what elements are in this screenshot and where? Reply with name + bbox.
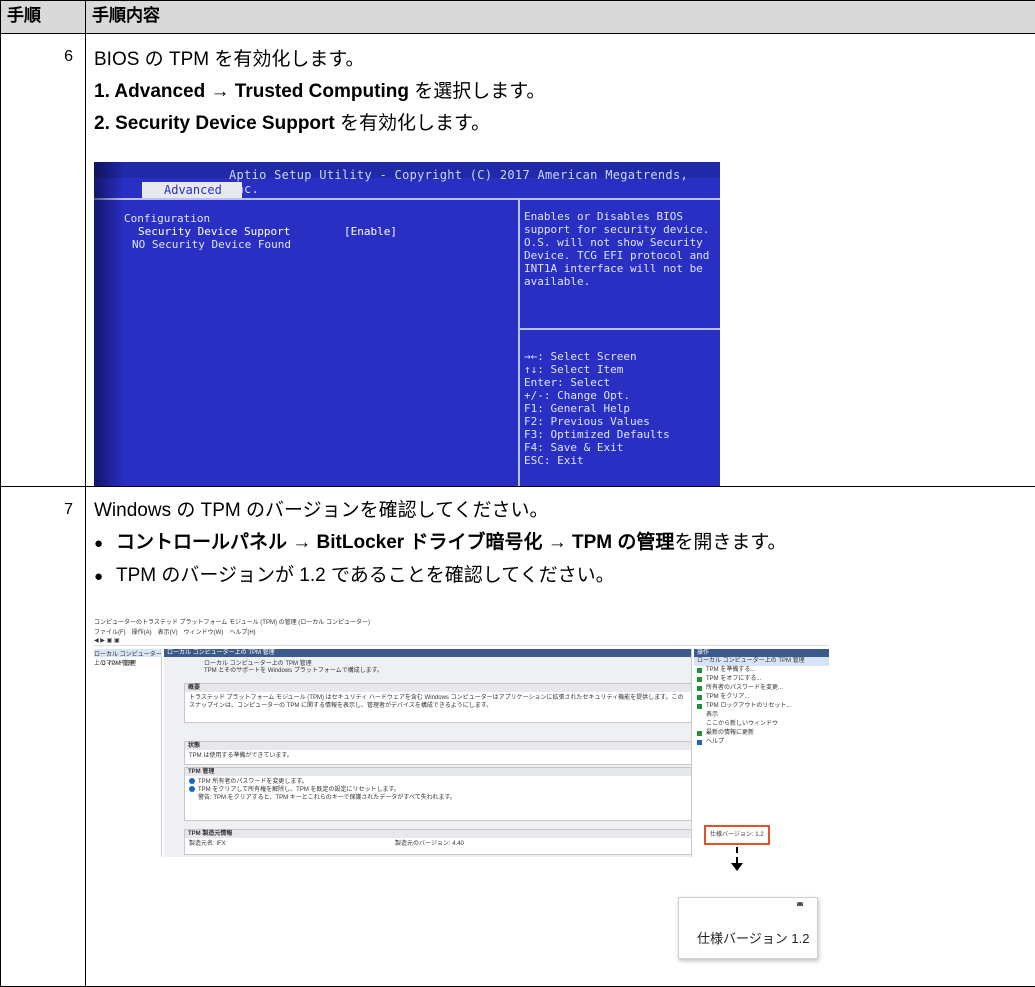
spec-version-callout: 仕様バージョン 1.2 bbox=[678, 897, 818, 959]
step6-line2-bold: 1. Advanced → Trusted Computing bbox=[94, 81, 409, 102]
info-icon bbox=[189, 778, 195, 784]
overview-text: トラステッド プラットフォーム モジュール (TPM) はセキュリティ ハードウ… bbox=[185, 692, 691, 712]
action-icon bbox=[697, 695, 702, 700]
bios-key-legend: →←: Select Screen ↑↓: Select Item Enter:… bbox=[524, 350, 670, 467]
refresh-icon bbox=[697, 731, 702, 736]
manufacturer-version: 製造元のバージョン: 4.40 bbox=[395, 840, 464, 848]
win-menu-bar: ファイル(F) 操作(A) 表示(V) ウィンドウ(W) ヘルプ(H) bbox=[94, 627, 829, 636]
status-text: TPM は使用する準備ができています。 bbox=[185, 750, 691, 762]
change-password-link[interactable]: TPM 所有者のパスワードを変更します。 bbox=[189, 778, 687, 786]
intro-text: ローカル コンピューター上の TPM 管理 TPM とそのサポートを Windo… bbox=[204, 661, 383, 675]
bios-tab-advanced: Advanced bbox=[142, 182, 242, 198]
step-content: Windows の TPM のバージョンを確認してください。 ●コントロールパネ… bbox=[86, 487, 1035, 987]
action-icon bbox=[697, 677, 702, 682]
action-item[interactable]: TPM ロックアウトのリセット... bbox=[694, 702, 829, 711]
arrow-down-icon bbox=[731, 863, 743, 871]
action-item[interactable]: TPM をクリア... bbox=[694, 693, 829, 702]
tpm-management-panel: TPM 管理 TPM 所有者のパスワードを変更します。 TPM をクリアして所有… bbox=[184, 767, 692, 821]
step7-bullet1-text: を開きます。 bbox=[674, 532, 786, 553]
step-number: 7 bbox=[1, 487, 86, 987]
bios-title: Aptio Setup Utility - Copyright (C) 2017… bbox=[229, 168, 720, 196]
callout-arrow-line bbox=[736, 847, 738, 863]
action-view[interactable]: 表示 bbox=[694, 711, 829, 720]
help-icon bbox=[697, 740, 702, 745]
main-pane-header: ローカル コンピューター上の TPM 管理 bbox=[164, 649, 691, 657]
manufacturer-name: 製造元名: IFX bbox=[189, 841, 226, 847]
step-row-7: 7 Windows の TPM のバージョンを確認してください。 ●コントロール… bbox=[1, 487, 1035, 987]
status-panel: 状態 TPM は使用する準備ができています。 bbox=[184, 741, 692, 765]
toolbar-icon: ▣ bbox=[107, 638, 113, 644]
step7-bullet2: ●TPM のバージョンが 1.2 であることを確認してください。 bbox=[94, 560, 1035, 593]
step7-bullet2-text: TPM のバージョンが 1.2 であることを確認してください。 bbox=[116, 565, 615, 586]
action-icon bbox=[697, 704, 702, 709]
callout-text: 仕様バージョン 1.2 bbox=[697, 928, 809, 947]
step6-line3-bold: 2. Security Device Support bbox=[94, 113, 335, 134]
bios-screenshot: Aptio Setup Utility - Copyright (C) 2017… bbox=[94, 162, 720, 486]
overview-header: 概要 bbox=[185, 684, 691, 692]
bullet-icon: ● bbox=[94, 528, 116, 560]
manufacturer-header: TPM 製造元情報 bbox=[185, 830, 691, 838]
header-row: 手順 手順内容 bbox=[1, 1, 1035, 34]
header-content: 手順内容 bbox=[86, 1, 1035, 34]
step7-bullet1-bold: コントロールパネル → BitLocker ドライブ暗号化 → TPM の管理 bbox=[116, 532, 674, 553]
clear-tpm-link[interactable]: TPM をクリアして所有権を解除し、TPM を既定の設定にリセットします。 bbox=[189, 786, 687, 794]
bios-configuration: Configuration bbox=[124, 212, 210, 225]
help-icon: ▣ bbox=[114, 638, 120, 644]
actions-subheader: ローカル コンピューター上の TPM 管理 bbox=[694, 657, 829, 666]
win-main-pane: ローカル コンピューター上の TPM 管理 ローカル コンピューター上の TPM… bbox=[164, 649, 692, 857]
win-title-bar: コンピューターのトラステッド プラットフォーム モジュール (TPM) の管理 … bbox=[94, 617, 829, 626]
bios-divider bbox=[94, 198, 720, 200]
forward-icon: ▶ bbox=[100, 638, 105, 644]
action-refresh[interactable]: 最新の情報に更新 bbox=[694, 729, 829, 738]
step6-line3-text: を有効化します。 bbox=[335, 113, 490, 134]
info-icon bbox=[189, 786, 195, 792]
bios-no-device: NO Security Device Found bbox=[132, 238, 291, 251]
action-icon bbox=[697, 668, 702, 673]
step6-line1: BIOS の TPM を有効化します。 bbox=[94, 44, 1035, 76]
steps-table: 手順 手順内容 6 BIOS の TPM を有効化します。 1. Advance… bbox=[0, 0, 1035, 987]
bios-photo-shadow bbox=[94, 162, 124, 486]
tpm-management-screenshot: コンピューターのトラステッド プラットフォーム モジュール (TPM) の管理 … bbox=[94, 617, 829, 857]
action-item[interactable]: 所有者のパスワードを変更... bbox=[694, 684, 829, 693]
bios-security-value: [Enable] bbox=[344, 225, 397, 238]
win-toolbar: ◀ ▶ ▣ ▣ bbox=[94, 637, 829, 646]
manufacturer-panel: TPM 製造元情報 製造元名: IFX 製造元のバージョン: 4.40 bbox=[184, 829, 692, 855]
action-new-window[interactable]: ここから新しいウィンドウ bbox=[694, 720, 829, 729]
action-icon bbox=[697, 686, 702, 691]
overview-panel: 概要 トラステッド プラットフォーム モジュール (TPM) はセキュリティ ハ… bbox=[184, 683, 692, 723]
step7-line1: Windows の TPM のバージョンを確認してください。 bbox=[94, 495, 1035, 527]
step6-line3: 2. Security Device Support を有効化します。 bbox=[94, 108, 1035, 140]
collapse-icon bbox=[797, 902, 803, 906]
step6-line2: 1. Advanced → Trusted Computing を選択します。 bbox=[94, 76, 1035, 108]
step-content: BIOS の TPM を有効化します。 1. Advanced → Truste… bbox=[86, 34, 1035, 487]
header-step: 手順 bbox=[1, 1, 86, 34]
clear-warning: 警告: TPM をクリアすると、TPM キーとこれらのキーで保護されたデータがす… bbox=[189, 794, 687, 802]
step-number: 6 bbox=[1, 34, 86, 487]
tree-item-commands: コマンド管理 bbox=[100, 658, 136, 667]
bios-security-device-support: Security Device Support bbox=[138, 225, 290, 238]
actions-header: 操作 bbox=[694, 649, 829, 657]
bios-vertical-divider bbox=[518, 198, 520, 486]
win-tree-pane: ローカル コンピューター上の TPM 管理 コマンド管理 bbox=[94, 649, 162, 857]
bullet-icon: ● bbox=[94, 561, 116, 593]
step6-line2-text: を選択します。 bbox=[409, 81, 545, 102]
action-item[interactable]: TPM を準備する... bbox=[694, 666, 829, 675]
bios-help-divider bbox=[520, 328, 720, 330]
action-help[interactable]: ヘルプ bbox=[694, 738, 829, 747]
back-icon: ◀ bbox=[94, 638, 99, 644]
action-item[interactable]: TPM をオフにする... bbox=[694, 675, 829, 684]
step-row-6: 6 BIOS の TPM を有効化します。 1. Advanced → Trus… bbox=[1, 34, 1035, 487]
status-header: 状態 bbox=[185, 742, 691, 750]
step7-bullet1: ●コントロールパネル → BitLocker ドライブ暗号化 → TPM の管理… bbox=[94, 527, 1035, 560]
tpm-management-header: TPM 管理 bbox=[185, 768, 691, 776]
tree-item-tpm: ローカル コンピューター上の TPM 管理 bbox=[94, 649, 162, 657]
spec-version-highlight: 仕様バージョン: 1.2 bbox=[704, 825, 770, 845]
bios-help-text: Enables or Disables BIOS support for sec… bbox=[524, 210, 720, 288]
